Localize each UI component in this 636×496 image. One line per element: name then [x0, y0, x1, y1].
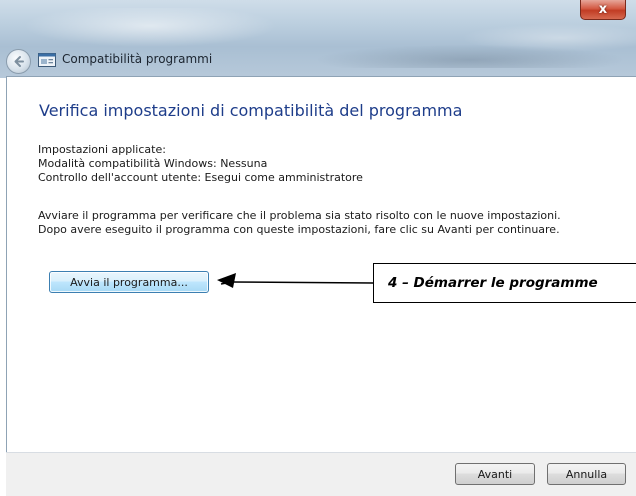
back-arrow-icon [14, 56, 24, 67]
instruction-line-2: Dopo avere eseguito il programma con que… [38, 223, 560, 236]
annotation-callout: 4 – Démarrer le programme [373, 263, 636, 303]
applied-settings: Impostazioni applicate: Modalità compati… [38, 143, 363, 185]
close-icon: x [598, 2, 608, 17]
compatibility-mode-line: Modalità compatibilità Windows: Nessuna [38, 157, 268, 170]
next-button[interactable]: Avanti [455, 463, 535, 485]
window-title: Compatibilità programmi [62, 52, 213, 66]
cancel-button[interactable]: Annulla [547, 463, 626, 485]
instructions: Avviare il programma per verificare che … [38, 209, 561, 237]
applied-settings-label: Impostazioni applicate: [38, 143, 166, 156]
program-window-icon [38, 53, 56, 67]
instruction-line-1: Avviare il programma per verificare che … [38, 209, 561, 222]
close-button[interactable]: x [580, 0, 626, 20]
back-button[interactable] [6, 49, 31, 74]
run-program-button[interactable]: Avvia il programma... [49, 271, 209, 293]
title-bar[interactable]: x Compatibilità programmi [0, 0, 636, 78]
uac-line: Controllo dell'account utente: Esegui co… [38, 171, 363, 184]
compatibility-wizard-window: x Compatibilità programmi Verifica impos… [0, 0, 636, 496]
wizard-footer: Avanti Annulla [6, 452, 636, 496]
page-heading: Verifica impostazioni di compatibilità d… [39, 101, 463, 120]
